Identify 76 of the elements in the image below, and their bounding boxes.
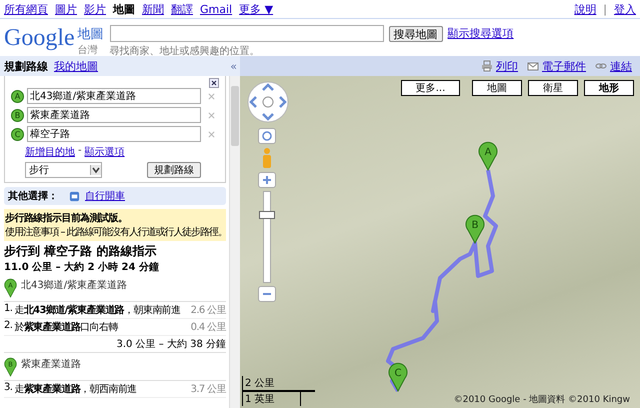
sign-in-link[interactable]: 登入 [614,2,636,16]
search-field[interactable] [110,25,384,42]
pan-control[interactable] [246,80,290,124]
help-link[interactable]: 說明 [574,2,596,16]
waypoint-marker: C [11,128,24,140]
step-text: 走北43鄉道/紫東產業道路，朝東南前進 [14,304,182,317]
nav-link[interactable]: 影片 [84,2,106,16]
nav-link[interactable]: 所有網頁 [4,2,48,16]
waypoint-marker: B [11,108,24,122]
map-action-link[interactable]: 電子郵件 [542,58,586,74]
more-link[interactable]: 更多 ▼ [239,2,274,16]
waypoint-field[interactable]: 北43鄉道/紫東產業道路 [27,88,201,104]
notice-title: 步行路線指示目前為測試版。 [5,212,128,225]
zoom-out-button[interactable] [258,286,276,302]
step-text: 走紫東產業道路，朝西南前進 [14,382,138,396]
waypoint-field[interactable]: 紫東產業道路 [27,107,201,123]
nav-link[interactable]: Gmail [200,2,232,16]
caret-icon [90,165,101,175]
product-name: 地圖 [78,26,104,43]
step-number: 2. [4,320,12,333]
route-title: 步行到 樟空子路 的路線指示 [4,243,158,260]
panel-tab[interactable]: 規劃路線 [4,58,48,74]
search-options-link[interactable]: 顯示搜尋選項 [448,26,514,41]
scale-imperial: 1 英里 [242,392,301,406]
step-distance: 3.7 公里 [190,383,226,396]
waypoint-field[interactable]: 樟空子路 [27,126,201,142]
remove-icon[interactable] [208,130,215,138]
reset-icon[interactable] [258,128,276,144]
scale-metric: 2 公里 [242,376,315,392]
remove-icon[interactable] [208,112,215,118]
waypoint-name: 紫東產業道路 [21,358,81,371]
map-action-link[interactable]: 連結 [610,58,632,74]
close-icon[interactable] [209,78,220,88]
step-number: 3. [4,382,12,395]
step-distance: 0.4 公里 [190,321,226,334]
step-distance: 2.6 公里 [190,304,226,317]
map-action-link[interactable]: 列印 [496,58,518,74]
alternatives-label: 其他選擇： [8,190,58,203]
notice-text: 使用注意事項 – 此路線可能沒有人行道或行人徒步路徑。 [5,226,226,239]
map-marker[interactable]: B [465,214,485,244]
get-directions-button[interactable]: 規劃路線 [147,162,202,178]
map-type-button[interactable]: 地圖 [472,80,522,96]
waypoint-name: 北43鄉道/紫東產業道路 [21,278,128,292]
envelope-icon [527,60,539,72]
printer-icon [481,60,493,72]
remove-icon[interactable] [208,92,215,100]
zoom-in-button[interactable] [258,172,276,188]
map-type-button[interactable]: 地形 [584,80,634,96]
copyright-text: ©2010 Google - 地圖資料 ©2010 Kingw [454,394,630,406]
search-hint: 尋找商家、地址或感興趣的位置。 [110,44,261,58]
map-type-button[interactable]: 更多... [401,80,460,96]
terrain-map[interactable]: A B C 更多... 地圖 衛星 地形 2 公里 1 英里 ©2010 Google - 地圖資料 ©2010 Kingw [240,76,640,408]
search-button[interactable]: 搜尋地圖 [388,26,443,42]
leg-summary: 3.0 公里 – 大約 38 分鐘 [4,336,226,353]
separator: - [78,145,82,158]
step-text: 於紫東產業道路口向右轉 [14,320,119,334]
map-marker[interactable]: C [388,362,408,392]
step-number: 1. [4,303,12,316]
scrollbar[interactable] [229,76,240,408]
separator: | [603,2,607,16]
region-label: 台灣 [78,44,99,57]
waypoint-marker: A [11,90,24,102]
panel-tab[interactable]: 我的地圖 [54,58,98,74]
route-summary: 11.0 公里 – 大約 2 小時 24 分鐘 [4,260,160,274]
collapse-button[interactable]: « [227,60,240,72]
travel-mode-select[interactable]: 步行 [25,162,102,178]
nav-link[interactable]: 地圖 [113,2,135,16]
show-options-link[interactable]: 顯示選項 [84,145,125,159]
nav-link[interactable]: 新聞 [142,2,164,16]
map-type-button[interactable]: 衛星 [528,80,578,96]
nav-link[interactable]: 圖片 [55,2,77,16]
nav-link[interactable]: 翻譯 [171,2,193,16]
map-marker[interactable]: A [478,141,498,171]
driving-link[interactable]: 自行開車 [85,189,125,203]
logo: Google [4,25,75,51]
add-destination-link[interactable]: 新增目的地 [25,145,75,159]
